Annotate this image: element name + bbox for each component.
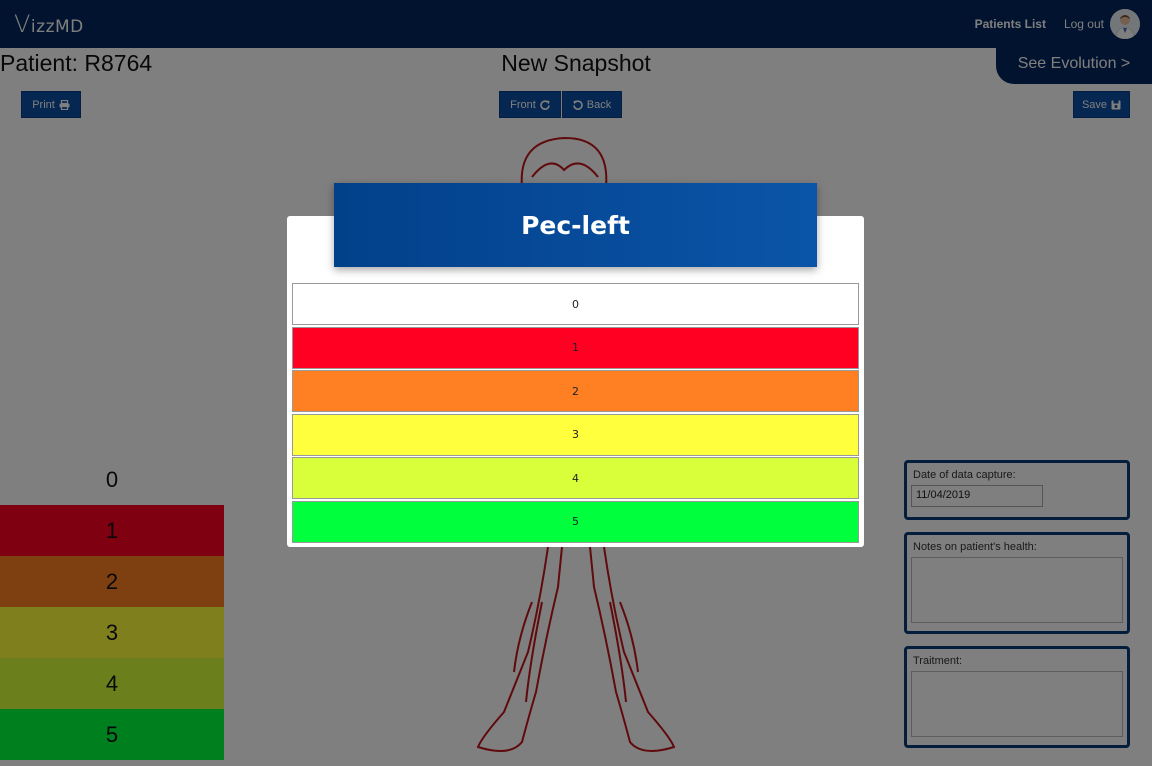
severity-option-3[interactable]: 3 (292, 413, 859, 456)
option-label-2: 2 (572, 384, 579, 398)
severity-option-5[interactable]: 5 (292, 500, 859, 543)
option-label-5: 5 (572, 515, 579, 528)
option-label-0: 0 (572, 297, 579, 311)
modal-title: Pec-left (521, 210, 630, 240)
option-label-3: 3 (572, 428, 579, 441)
severity-option-0[interactable]: 0 (292, 283, 859, 325)
modal-header: Pec-left (334, 183, 817, 267)
severity-option-4[interactable]: 4 (292, 457, 859, 499)
severity-options: 0 1 2 3 4 5 (292, 283, 859, 544)
severity-option-2[interactable]: 2 (292, 370, 859, 412)
option-label-1: 1 (572, 341, 579, 354)
severity-option-1[interactable]: 1 (292, 326, 859, 369)
option-label-4: 4 (572, 471, 579, 485)
